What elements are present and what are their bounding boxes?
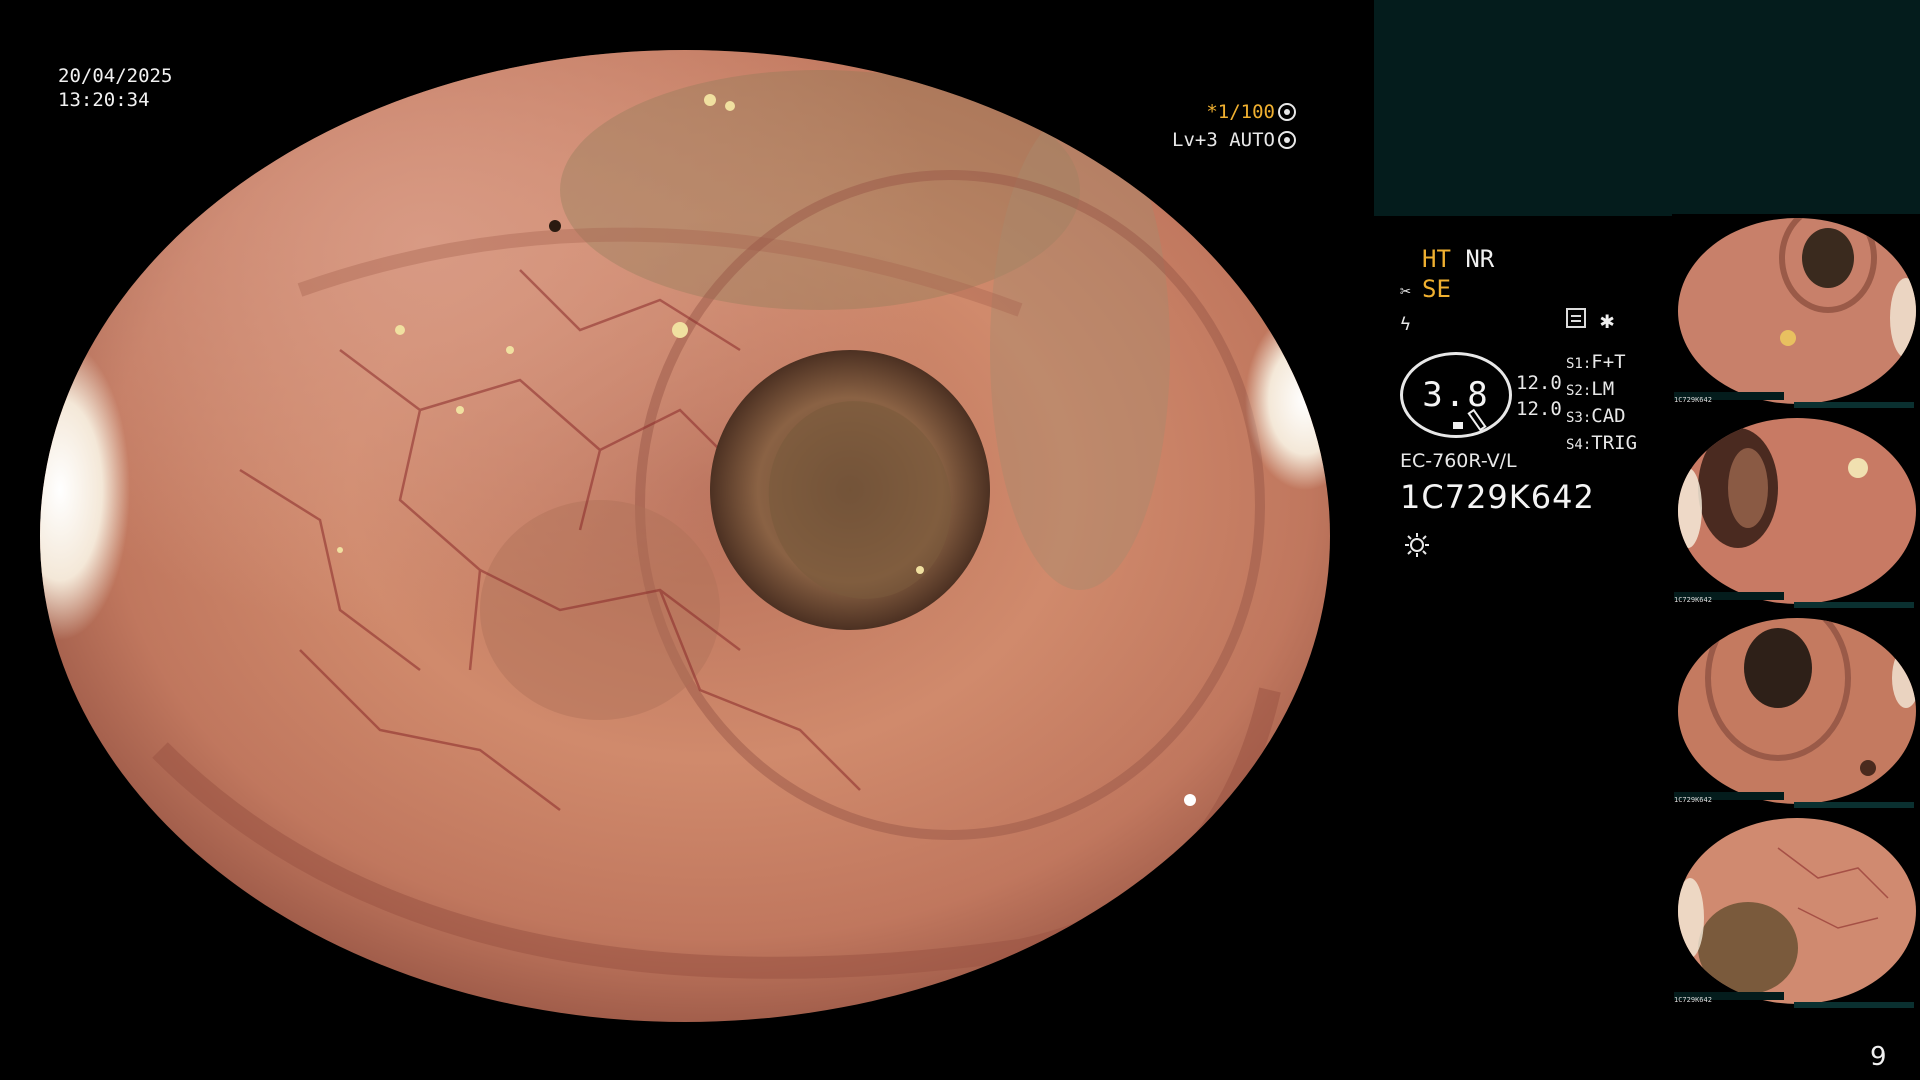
shutter-row: *1/100	[1172, 98, 1296, 126]
endoscopic-image	[40, 50, 1330, 1022]
record-icon	[1566, 308, 1586, 328]
star-icon: ✱	[1600, 306, 1615, 334]
flash-icon: ϟ	[1400, 314, 1411, 335]
datetime-overlay: 20/04/2025 13:20:34	[58, 64, 172, 112]
level-value: Lv+3 AUTO	[1172, 129, 1275, 151]
thumbnail-2[interactable]: 1C729K642	[1672, 414, 1920, 608]
exposure-overlay: *1/100 Lv+3 AUTO	[1172, 98, 1296, 154]
level-row: Lv+3 AUTO	[1172, 126, 1296, 154]
thumbnail-4[interactable]: 1C729K642	[1672, 814, 1920, 1008]
gauge-values: 12.0 12.0	[1516, 370, 1562, 422]
preset-list: S1:F+T S2:LM S3:CAD S4:TRIG	[1566, 350, 1637, 458]
ht-label: HT	[1422, 245, 1451, 273]
gauge-value: 3.8	[1422, 375, 1490, 415]
captured-thumbnails: 1C729K642 1C729K642 1C729K642 1C729K642	[1672, 214, 1920, 1016]
gauge-mark	[1453, 422, 1463, 429]
shutter-value: *1/100	[1206, 101, 1275, 123]
scope-serial: 1C729K642	[1400, 478, 1595, 516]
top-right-panel	[1374, 0, 1920, 216]
colon-lumen-image	[40, 50, 1330, 1022]
thumbnail-serial: 1C729K642	[1674, 996, 1712, 1004]
preset-item: S4:TRIG	[1566, 432, 1638, 454]
mode-indicators: HT NR ✂ SE ϟ	[1400, 244, 1494, 340]
preset-item: S2:LM	[1566, 378, 1615, 400]
date-label: 20/04/2025	[58, 65, 173, 87]
magnification-gauge: 3.8	[1400, 352, 1512, 438]
endoscopy-screen: 20/04/2025 13:20:34 *1/100 Lv+3 AUTO HT …	[0, 0, 1920, 1080]
gauge-upper: 12.0	[1516, 372, 1562, 394]
shutter-icon	[1277, 103, 1296, 121]
page-number: 9	[1870, 1042, 1887, 1072]
se-label: SE	[1422, 275, 1451, 303]
scope-model: EC-760R-V/L	[1400, 450, 1517, 472]
thumbnail-1[interactable]: 1C729K642	[1672, 214, 1920, 408]
mode-row-3: ϟ	[1400, 307, 1494, 340]
thumbnail-serial: 1C729K642	[1674, 796, 1712, 804]
preset-item: S1:F+T	[1566, 351, 1626, 373]
mode-row-2: ✂ SE	[1400, 274, 1494, 307]
preset-item: S3:CAD	[1566, 405, 1626, 427]
gauge-lower: 12.0	[1516, 398, 1562, 420]
auto-icon	[1277, 131, 1296, 149]
scissor-icon: ✂	[1400, 281, 1411, 302]
time-label: 13:20:34	[58, 89, 150, 111]
thumbnail-serial: 1C729K642	[1674, 596, 1712, 604]
mode-row-1: HT NR	[1400, 244, 1494, 274]
thumbnail-3[interactable]: 1C729K642	[1672, 614, 1920, 808]
light-icon	[1405, 533, 1429, 557]
nr-label: NR	[1465, 245, 1495, 273]
thumbnail-serial: 1C729K642	[1674, 396, 1712, 404]
